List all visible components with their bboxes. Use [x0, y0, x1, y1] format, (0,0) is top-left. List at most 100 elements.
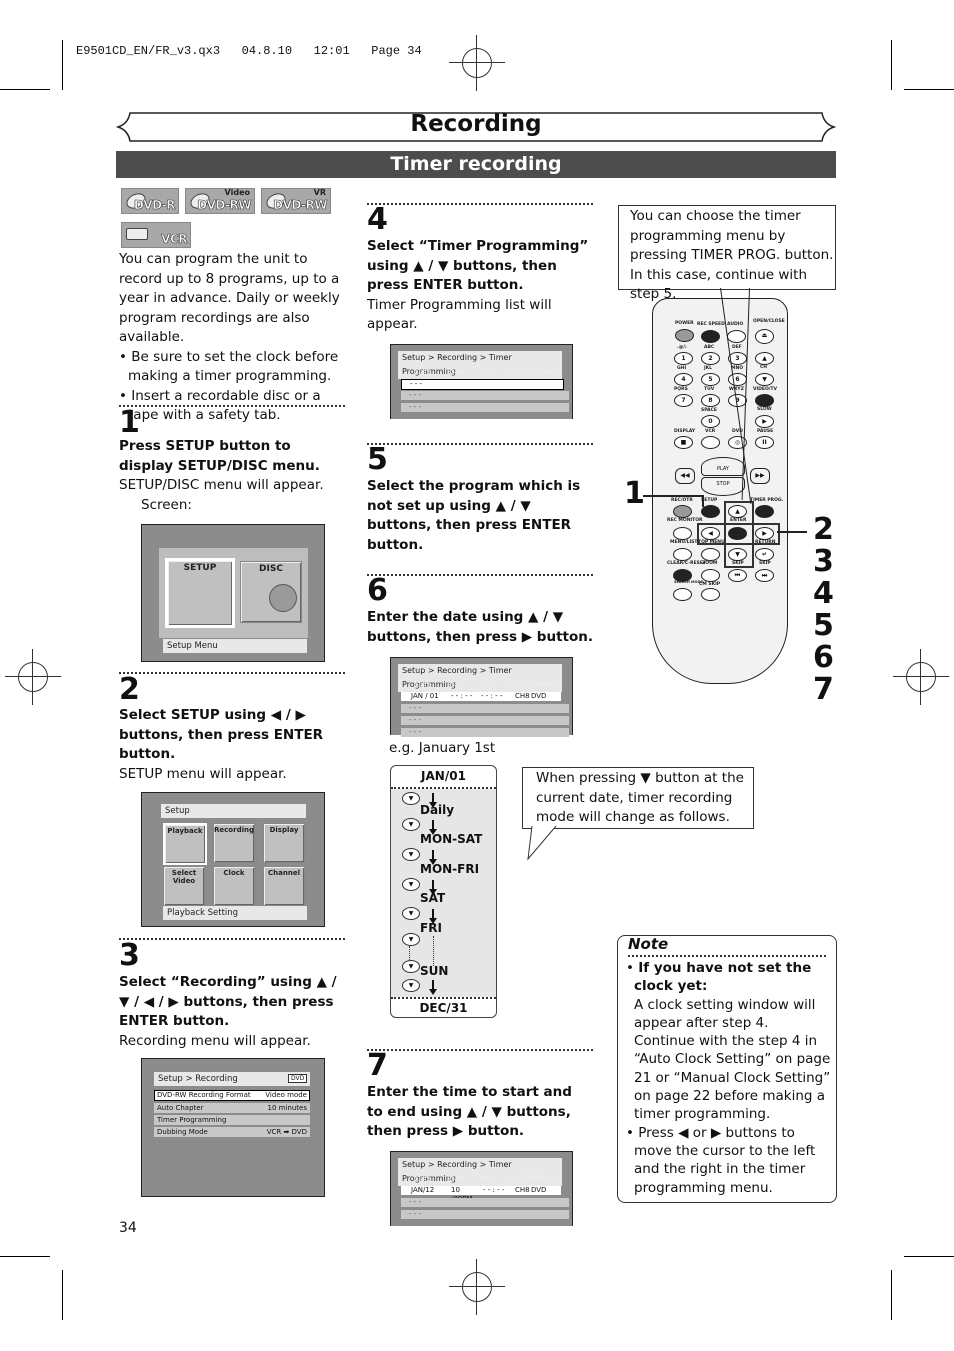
step-instruction: Enter the time to start and to end using…	[367, 1084, 572, 1139]
note-box: Note • If you have not set the clock yet…	[617, 935, 837, 1203]
rewind-button: ◀◀	[675, 468, 695, 484]
leader-line	[702, 495, 704, 507]
digit-8-button: 8	[701, 394, 720, 407]
crop-mark	[891, 40, 892, 90]
program-row: - - -	[401, 728, 569, 737]
step-indicator: 5	[813, 608, 834, 643]
program-row: - - -	[401, 1198, 569, 1207]
column-headers: Date Start End CH DVD/VCR Speed	[415, 368, 559, 376]
return-button: ↵	[755, 548, 774, 561]
flow-item: FRI	[420, 921, 442, 935]
rec-monitor-button	[673, 527, 692, 540]
registration-mark	[449, 1259, 505, 1315]
dvd-rw-video-icon: Video DVD-RW	[185, 188, 255, 214]
dvd-r-icon: DVD-R	[121, 188, 179, 214]
program-row: - - -	[401, 716, 569, 725]
arrow-down-icon	[429, 793, 437, 808]
recording-menu-screen: Setup > Recording DVD DVD-RW Recording F…	[141, 1058, 325, 1197]
intro-bullet: • Be sure to set the clock before making…	[119, 348, 339, 385]
flow-item: MON-FRI	[420, 862, 480, 876]
step-result: SETUP menu will appear.	[119, 765, 287, 782]
page-title: Recording	[410, 111, 542, 137]
cm-skip-button	[701, 588, 720, 601]
step-number: 1	[119, 405, 140, 440]
crop-mark	[904, 1256, 954, 1257]
display-tile: Display	[263, 823, 305, 863]
arrow-down-icon	[429, 909, 437, 924]
registration-mark	[449, 35, 505, 91]
page-number: 34	[119, 1220, 137, 1236]
video-tv-button	[755, 394, 774, 407]
program-row-editing: JAN / 01- - : - -- - : - - CH8 DVD	[401, 692, 561, 701]
setup-tile: SETUP	[165, 558, 235, 628]
registration-mark	[893, 649, 949, 705]
down-button-icon: ▼	[402, 979, 420, 992]
digit-1-button: 1	[674, 352, 693, 365]
step-instruction: Enter the date using ▲ / ▼ buttons, then…	[367, 609, 593, 645]
step-instruction: Select the program which is not set up u…	[367, 478, 581, 553]
disc-icon	[269, 584, 297, 612]
crop-mark	[904, 89, 954, 90]
stop-button: STOP	[701, 477, 745, 496]
program-row: - - -	[401, 379, 564, 390]
program-row: - - -	[401, 704, 569, 713]
step-indicator: 3	[813, 544, 834, 579]
skip-back-button: ⏮	[728, 569, 747, 582]
program-row: - - -	[401, 403, 569, 412]
rec-otr-button	[673, 505, 692, 518]
menu-row: Auto Chapter 10 minutes	[154, 1103, 310, 1113]
page-title-banner: Recording	[116, 110, 836, 144]
column-headers: Date Start End CH DVD/VCR Speed	[415, 1175, 559, 1183]
pause-button: II	[755, 436, 774, 449]
ch-down-button: ▼	[755, 373, 774, 386]
step-1-text: Press SETUP button to display SETUP/DISC…	[119, 437, 339, 515]
remote-control-illustration: POWER REC SPEED AUDIO OPEN/CLOSE ⏏ .@/: …	[652, 298, 788, 684]
step-instruction: Select “Recording” using ▲ / ▼ / ◀ / ▶ b…	[119, 974, 337, 1029]
menu-row: Dubbing Mode VCR ➡ DVD	[154, 1127, 310, 1137]
step-instruction: Select “Timer Programming” using ▲ / ▼ b…	[367, 238, 589, 293]
playback-tile: Playback	[163, 823, 207, 865]
leader-line	[777, 531, 807, 533]
step-number: 3	[119, 938, 140, 973]
step-result: SETUP/DISC menu will appear.	[119, 477, 324, 493]
down-button-icon: ▼	[402, 818, 420, 831]
divider	[367, 443, 593, 445]
menu-list-button	[673, 548, 692, 561]
down-button-icon: ▼	[402, 933, 420, 946]
down-button-icon: ▼	[402, 878, 420, 891]
mode-callout: When pressing ▼ button at the current da…	[522, 767, 754, 829]
down-button-icon: ▼	[402, 960, 420, 973]
divider	[367, 574, 593, 576]
step-indicator: 7	[813, 672, 834, 707]
select-video-tile: Select Video	[163, 866, 205, 906]
program-row-editing: JAN/1210 :00PM- - : - -CH8DVD	[401, 1186, 561, 1203]
digit-6-button: 6	[728, 373, 747, 386]
step-number: 5	[367, 442, 388, 477]
disc-tile: DISC	[240, 561, 302, 623]
digit-7-button: 7	[674, 394, 693, 407]
cursor-keys-highlight	[697, 523, 780, 545]
print-header: E9501CD_EN/FR_v3.qx3 04.8.10 12:01 Page …	[76, 44, 422, 58]
step-4-text: Select “Timer Programming” using ▲ / ▼ b…	[367, 237, 595, 335]
step-number: 7	[367, 1048, 388, 1083]
step-3-text: Select “Recording” using ▲ / ▼ / ◀ / ▶ b…	[119, 973, 341, 1051]
screen-header: Setup > Recording	[154, 1072, 310, 1086]
menu-row: Timer Programming	[154, 1115, 310, 1125]
arrow-down-icon	[429, 820, 437, 835]
timer-prog-button	[755, 505, 774, 518]
setup-menu-screen: Setup Playback Recording Display Select …	[141, 792, 325, 927]
digit-5-button: 5	[701, 373, 720, 386]
divider	[119, 405, 345, 407]
fast-forward-button: ▶▶	[750, 468, 770, 484]
setup-disc-screen: SETUP DISC Setup Menu	[141, 524, 325, 662]
step-indicator: 2	[813, 512, 834, 547]
recording-tile: Recording	[213, 823, 255, 863]
open-close-button: ⏏	[755, 329, 774, 344]
crop-mark	[62, 40, 63, 90]
timer-prog-screen-empty: Setup > Recording > Timer Programming Da…	[390, 344, 573, 419]
crop-mark	[0, 1256, 50, 1257]
example-caption: e.g. January 1st	[389, 740, 496, 756]
flow-item: SUN	[420, 964, 449, 978]
status-text: Playback Setting	[163, 906, 307, 920]
intro-section: You can program the unit to record up to…	[119, 250, 343, 426]
